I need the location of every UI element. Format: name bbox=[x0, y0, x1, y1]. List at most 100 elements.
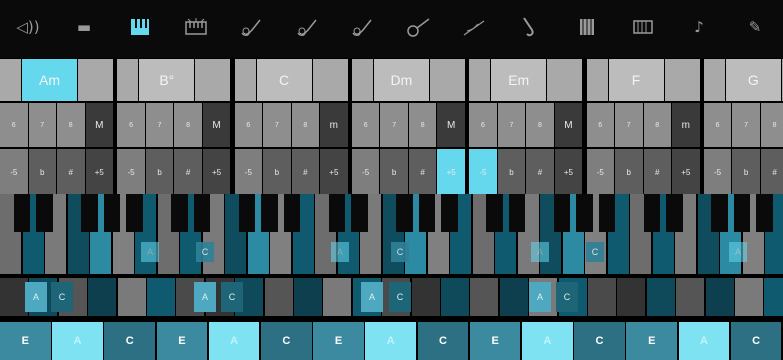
piano-black-key[interactable] bbox=[756, 194, 773, 232]
piano-black-key[interactable] bbox=[418, 194, 436, 232]
chord-flat-button[interactable] bbox=[0, 59, 21, 101]
chord-modifier-button[interactable]: +5 bbox=[320, 149, 348, 195]
note-pad-c[interactable]: C bbox=[574, 322, 625, 360]
piano-key[interactable] bbox=[117, 278, 146, 316]
piano-key[interactable] bbox=[617, 278, 646, 316]
piano-black-key[interactable] bbox=[103, 194, 121, 232]
note-pad-e[interactable]: E bbox=[626, 322, 678, 360]
note-label-key[interactable]: C bbox=[389, 282, 411, 312]
piano-key[interactable] bbox=[411, 278, 440, 316]
note-pad-a[interactable]: A bbox=[52, 322, 103, 360]
tool-piano[interactable] bbox=[112, 0, 168, 58]
piano-key[interactable] bbox=[470, 278, 499, 316]
chord-modifier-button[interactable]: +5 bbox=[437, 149, 465, 195]
chord-flat-button[interactable] bbox=[586, 59, 608, 101]
note-pad-e[interactable]: E bbox=[0, 322, 51, 360]
chord-modifier-button[interactable]: b bbox=[145, 149, 174, 195]
note-pad-a[interactable]: A bbox=[522, 322, 573, 360]
note-label-key[interactable]: C bbox=[586, 242, 604, 262]
chord-modifier-button[interactable]: -5 bbox=[703, 149, 732, 195]
chord-extension-button[interactable]: m bbox=[320, 103, 348, 147]
chord-extension-button[interactable]: M bbox=[437, 103, 465, 147]
piano-black-key[interactable] bbox=[576, 194, 593, 232]
chord-sharp-button[interactable] bbox=[78, 59, 113, 101]
chord-modifier-button[interactable]: +5 bbox=[85, 149, 113, 195]
piano-key[interactable] bbox=[588, 278, 616, 316]
piano-key[interactable] bbox=[264, 278, 293, 316]
chord-modifier-button[interactable]: # bbox=[408, 149, 437, 195]
chord-extension-button[interactable]: 6 bbox=[0, 103, 28, 147]
piano-black-key[interactable] bbox=[81, 194, 98, 232]
chord-extension-button[interactable]: M bbox=[554, 103, 583, 147]
chord-modifier-button[interactable]: -5 bbox=[469, 149, 497, 195]
tool-note[interactable]: ♪ bbox=[671, 0, 727, 58]
note-pad-c[interactable]: C bbox=[261, 322, 312, 360]
chord-sharp-button[interactable] bbox=[312, 59, 348, 101]
chord-extension-button[interactable]: 6 bbox=[351, 103, 380, 147]
piano-black-key[interactable] bbox=[441, 194, 458, 232]
chord-extension-button[interactable]: 7 bbox=[28, 103, 56, 147]
note-pad-a[interactable]: A bbox=[678, 322, 730, 360]
piano-black-key[interactable] bbox=[238, 194, 256, 232]
piano-black-key[interactable] bbox=[328, 194, 346, 232]
tool-harmonica[interactable] bbox=[615, 0, 671, 58]
chord-modifier-button[interactable]: b bbox=[497, 149, 526, 195]
tool-electric-guitar[interactable] bbox=[280, 0, 336, 58]
note-label-key[interactable]: A bbox=[361, 282, 383, 312]
piano-black-key[interactable] bbox=[733, 194, 751, 232]
piano-key[interactable] bbox=[676, 278, 705, 316]
chord-extension-button[interactable]: 7 bbox=[263, 103, 291, 147]
note-pad-c[interactable]: C bbox=[417, 322, 469, 360]
chord-flat-button[interactable] bbox=[703, 59, 725, 101]
note-pad-e[interactable]: E bbox=[313, 322, 364, 360]
chord-extension-button[interactable]: 7 bbox=[497, 103, 526, 147]
piano-black-key[interactable] bbox=[351, 194, 368, 232]
tool-accordion[interactable] bbox=[559, 0, 615, 58]
chord-extension-button[interactable]: 7 bbox=[615, 103, 643, 147]
piano-key[interactable] bbox=[764, 278, 783, 316]
chord-extension-button[interactable]: 6 bbox=[469, 103, 497, 147]
note-pad-e[interactable]: E bbox=[156, 322, 208, 360]
piano-black-key[interactable] bbox=[666, 194, 683, 232]
chord-modifier-button[interactable]: b bbox=[732, 149, 760, 195]
piano-black-key[interactable] bbox=[13, 194, 31, 232]
chord-modifier-button[interactable]: # bbox=[760, 149, 783, 195]
chord-sharp-button[interactable] bbox=[547, 59, 583, 101]
chord-extension-button[interactable]: 6 bbox=[234, 103, 263, 147]
chord-modifier-button[interactable]: # bbox=[174, 149, 202, 195]
chord-modifier-button[interactable]: b bbox=[263, 149, 291, 195]
chord-button[interactable]: Am bbox=[22, 59, 77, 101]
chord-modifier-button[interactable]: # bbox=[643, 149, 671, 195]
chord-extension-button[interactable]: 8 bbox=[57, 103, 85, 147]
chord-modifier-button[interactable]: -5 bbox=[586, 149, 614, 195]
piano-key[interactable] bbox=[705, 278, 734, 316]
piano-key[interactable] bbox=[441, 278, 469, 316]
tool-piano-keys[interactable] bbox=[168, 0, 224, 58]
piano-black-key[interactable] bbox=[193, 194, 211, 232]
piano-key[interactable] bbox=[294, 278, 322, 316]
chord-extension-button[interactable]: 8 bbox=[760, 103, 783, 147]
note-label-key[interactable]: A bbox=[194, 282, 216, 312]
note-label-key[interactable]: A bbox=[729, 242, 747, 262]
tool-guitar[interactable] bbox=[224, 0, 280, 58]
chord-extension-button[interactable]: 8 bbox=[643, 103, 671, 147]
chord-modifier-button[interactable]: b bbox=[28, 149, 56, 195]
note-pad-e[interactable]: E bbox=[469, 322, 521, 360]
note-pad-a[interactable]: A bbox=[208, 322, 260, 360]
piano-key[interactable] bbox=[147, 278, 175, 316]
tool-banjo[interactable] bbox=[391, 0, 447, 58]
note-pad-c[interactable]: C bbox=[104, 322, 156, 360]
piano-black-key[interactable] bbox=[396, 194, 413, 232]
piano-black-key[interactable] bbox=[126, 194, 143, 232]
chord-extension-button[interactable]: 8 bbox=[526, 103, 554, 147]
chord-modifier-button[interactable]: +5 bbox=[672, 149, 700, 195]
piano-key[interactable] bbox=[323, 278, 352, 316]
chord-modifier-button[interactable]: -5 bbox=[0, 149, 28, 195]
chord-extension-button[interactable]: 6 bbox=[586, 103, 614, 147]
note-label-key[interactable]: C bbox=[391, 242, 409, 262]
chord-modifier-button[interactable]: b bbox=[615, 149, 643, 195]
piano-black-key[interactable] bbox=[171, 194, 188, 232]
piano-black-key[interactable] bbox=[553, 194, 571, 232]
tool-pen[interactable]: ✎ bbox=[727, 0, 783, 58]
note-label-key[interactable]: C bbox=[221, 282, 243, 312]
